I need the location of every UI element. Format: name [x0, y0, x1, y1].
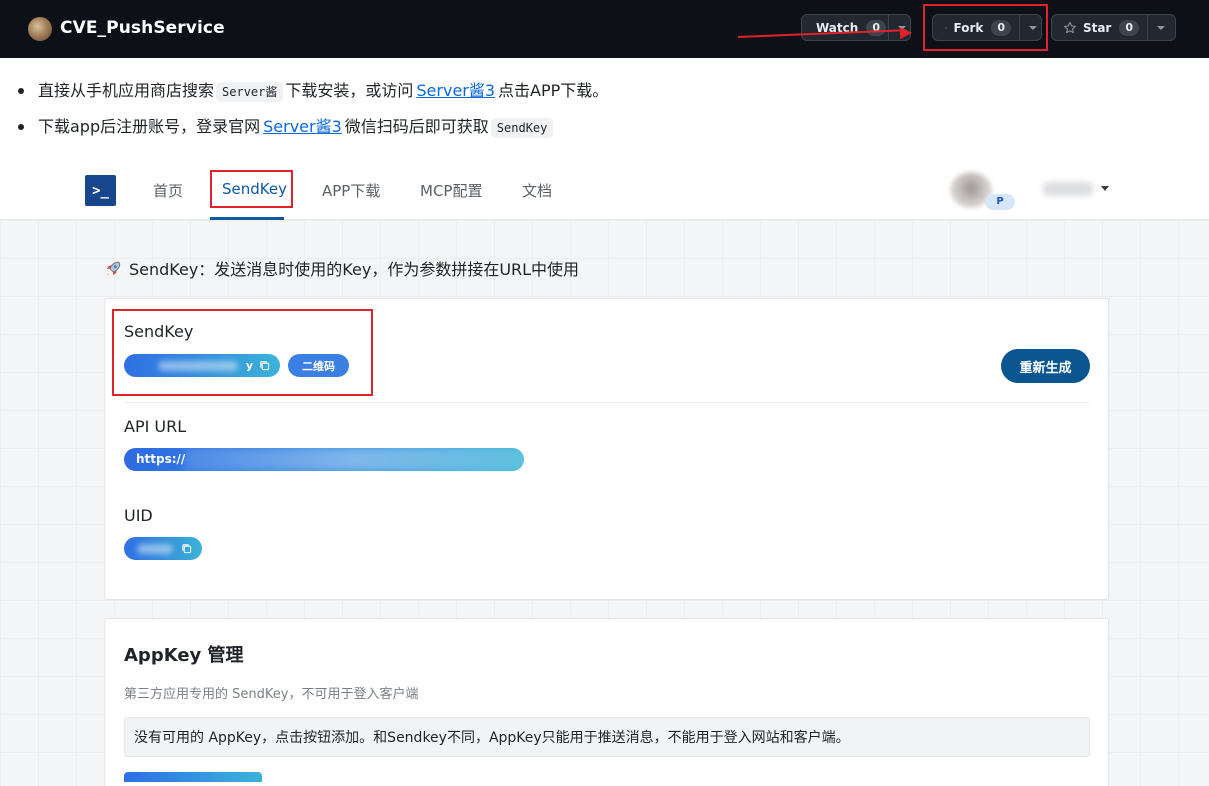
- uid-value-pill[interactable]: [124, 537, 202, 560]
- api-url-value-pill[interactable]: https://: [124, 448, 524, 471]
- star-icon: [1064, 21, 1076, 33]
- appkey-title: AppKey 管理: [124, 645, 244, 666]
- bullet-text: 下载app后注册账号，登录官网: [38, 117, 261, 136]
- sendkey-card: SendKey y 二维码 重新生成 API URL https:// UID: [104, 298, 1109, 600]
- fork-highlight-box: [923, 4, 1048, 51]
- chevron-down-icon[interactable]: [1101, 186, 1109, 191]
- inline-code: SendKey: [490, 118, 554, 138]
- chevron-down-icon: [1157, 25, 1165, 30]
- star-button[interactable]: Star 0: [1051, 14, 1176, 41]
- instruction-list: 直接从手机应用商店搜索 Server酱 下载安装，或访问 Server酱3 点击APP下…: [14, 80, 608, 152]
- server-chan-link[interactable]: Server酱3: [263, 117, 342, 136]
- sendkey-highlight-box: [112, 309, 373, 396]
- uid-label: UID: [124, 506, 153, 525]
- repo-owner-avatar[interactable]: [28, 17, 52, 41]
- nav-docs[interactable]: 文档: [522, 180, 552, 201]
- nav-home[interactable]: 首页: [153, 180, 183, 201]
- username-redacted[interactable]: [1043, 182, 1093, 196]
- add-appkey-button[interactable]: [124, 772, 262, 782]
- uid-redacted: [137, 543, 173, 554]
- copy-icon[interactable]: [181, 543, 192, 554]
- annotation-arrow-head: [899, 26, 913, 40]
- app-screenshot: >_ 首页 SendKey APP下载 MCP配置 文档 P SendKey：发…: [0, 160, 1209, 786]
- nav-mcp-config[interactable]: MCP配置: [420, 180, 482, 201]
- divider: [125, 402, 1089, 403]
- list-item: 直接从手机应用商店搜索 Server酱 下载安装，或访问 Server酱3 点击APP下…: [14, 80, 608, 102]
- appkey-card: AppKey 管理 第三方应用专用的 SendKey，不可用于登入客户端 没有可…: [104, 618, 1109, 786]
- inline-code: Server酱: [216, 82, 284, 102]
- plan-badge: P: [985, 194, 1015, 210]
- bullet-text: 微信扫码后即可获取: [344, 117, 489, 136]
- star-label: Star: [1082, 20, 1112, 35]
- list-item: 下载app后注册账号，登录官网 Server酱3 微信扫码后即可获取 SendKey: [14, 116, 608, 138]
- sendkey-tab-highlight-box: [210, 170, 293, 208]
- bullet-text: 直接从手机应用商店搜索: [38, 81, 215, 100]
- watch-count: 0: [866, 19, 886, 36]
- terminal-logo-icon[interactable]: >_: [85, 175, 116, 206]
- rocket-icon: [106, 261, 121, 276]
- api-url-redacted: [184, 448, 524, 471]
- star-count: 0: [1119, 19, 1139, 36]
- server-chan-link[interactable]: Server酱3: [416, 81, 495, 100]
- nav-app-download[interactable]: APP下载: [322, 180, 380, 201]
- appkey-subtitle: 第三方应用专用的 SendKey，不可用于登入客户端: [124, 687, 419, 702]
- bullet-text: 下载安装，或访问: [285, 81, 414, 100]
- page-title: SendKey：发送消息时使用的Key，作为参数拼接在URL中使用: [104, 256, 579, 280]
- repo-title[interactable]: CVE_PushService: [60, 18, 225, 38]
- appkey-empty-notice: 没有可用的 AppKey，点击按钮添加。和Sendkey不同，AppKey只能用…: [124, 717, 1090, 757]
- watch-button[interactable]: Watch 0: [801, 14, 911, 41]
- active-tab-indicator: [210, 217, 284, 220]
- api-url-prefix: https://: [136, 452, 186, 466]
- api-url-label: API URL: [124, 417, 187, 436]
- star-dropdown[interactable]: [1147, 15, 1174, 40]
- section-title-text: SendKey：发送消息时使用的Key，作为参数拼接在URL中使用: [129, 260, 580, 279]
- repo-header: CVE_PushService Watch 0 Fork 0 Star 0: [0, 0, 1209, 58]
- app-navbar: >_ 首页 SendKey APP下载 MCP配置 文档 P: [0, 160, 1209, 220]
- bullet-text: 点击APP下载。: [498, 81, 609, 100]
- regenerate-button[interactable]: 重新生成: [1001, 349, 1090, 383]
